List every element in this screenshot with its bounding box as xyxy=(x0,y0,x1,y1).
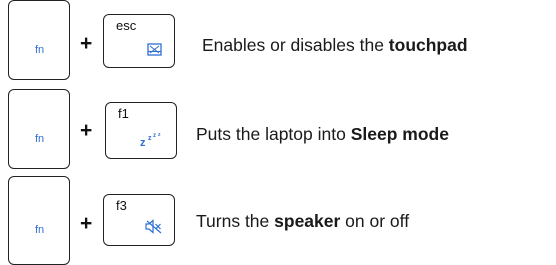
esc-key: esc xyxy=(103,14,175,68)
plus-sign: + xyxy=(80,32,93,55)
svg-text:z: z xyxy=(153,133,156,139)
shortcut-row-touchpad: fn + esc Enables or disables the touchpa… xyxy=(0,0,556,84)
shortcut-description: Puts the laptop into Sleep mode xyxy=(196,124,449,144)
shortcut-description: Turns the speaker on or off xyxy=(196,211,410,231)
shortcut-row-sleep: fn + f1 z z z z Puts the laptop into Sle… xyxy=(0,89,556,173)
f1-key-label: f1 xyxy=(118,106,129,121)
shortcut-row-speaker: fn + f3 Turns the speaker on or off xyxy=(0,176,556,265)
svg-text:z: z xyxy=(148,135,152,142)
sleep-icon: z z z z xyxy=(140,131,164,152)
svg-text:z: z xyxy=(158,132,161,138)
plus-sign: + xyxy=(80,119,93,142)
fn-key-label: fn xyxy=(35,44,45,56)
fn-key-label: fn xyxy=(35,224,45,236)
plus-sign: + xyxy=(80,212,93,235)
touchpad-icon xyxy=(147,43,162,61)
fn-key: fn xyxy=(8,0,70,80)
f1-key: f1 z z z z xyxy=(105,102,177,159)
f3-key-label: f3 xyxy=(116,198,127,213)
f3-key: f3 xyxy=(103,194,175,246)
fn-key: fn xyxy=(8,89,70,169)
fn-key-label: fn xyxy=(35,133,45,145)
speaker-mute-icon xyxy=(145,219,162,239)
svg-text:z: z xyxy=(140,137,146,147)
shortcut-description: Enables or disables the touchpad xyxy=(202,35,468,55)
fn-key: fn xyxy=(8,176,70,265)
esc-key-label: esc xyxy=(116,18,137,33)
